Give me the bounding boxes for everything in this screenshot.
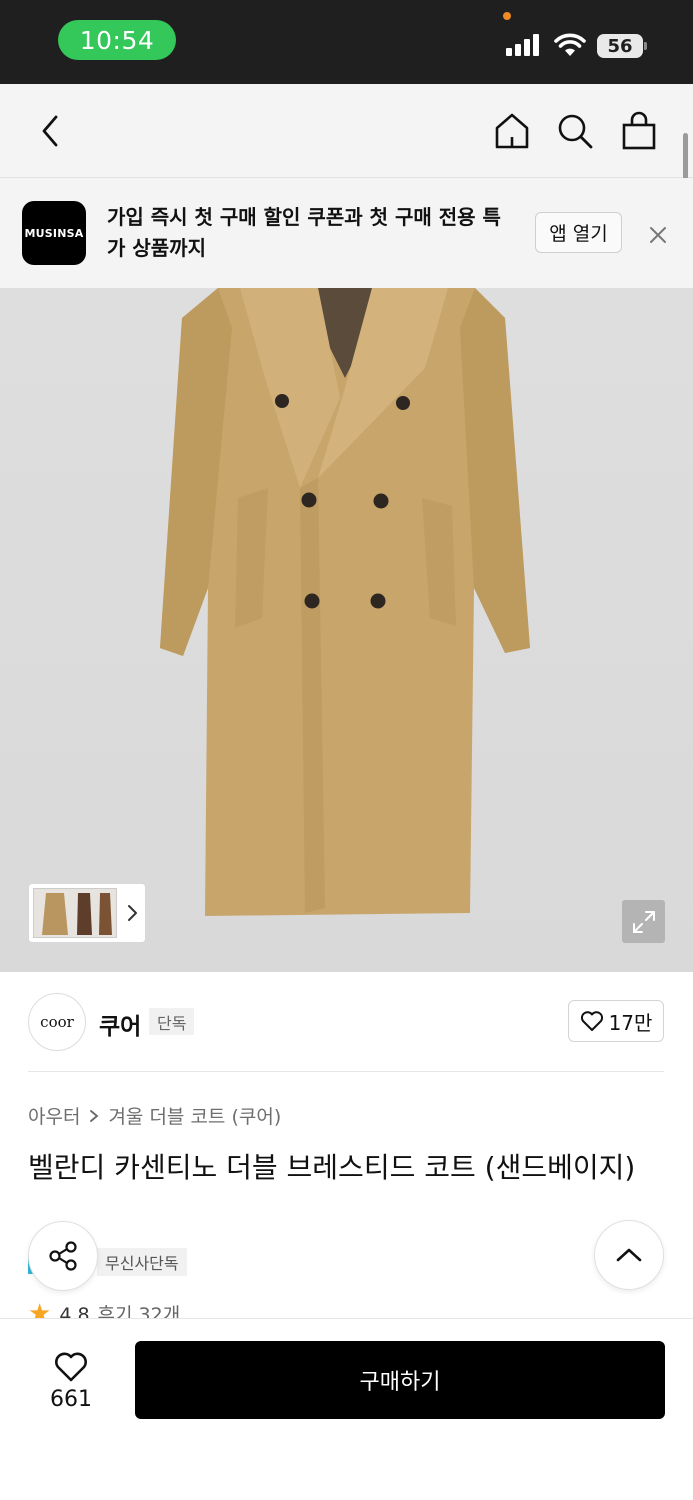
privacy-indicator-dot xyxy=(503,12,511,20)
wifi-icon xyxy=(554,33,586,56)
open-app-button[interactable]: 앱 열기 xyxy=(535,212,622,253)
breadcrumb-subcategory[interactable]: 겨울 더블 코트 (쿠어) xyxy=(108,1102,281,1129)
wishlist-count: 661 xyxy=(50,1386,92,1412)
home-icon[interactable] xyxy=(488,84,536,178)
breadcrumb: 아우터 겨울 더블 코트 (쿠어) xyxy=(28,1102,281,1129)
wishlist-button[interactable]: 661 xyxy=(32,1343,110,1419)
chevron-right-icon xyxy=(90,1109,99,1122)
heart-outline-icon xyxy=(580,1011,603,1031)
back-chevron-icon[interactable] xyxy=(26,84,74,178)
expand-image-button[interactable] xyxy=(622,900,665,943)
brand-like-button[interactable]: 17만 xyxy=(568,1000,664,1042)
thumbnail-coats xyxy=(42,893,112,935)
thumbnail-strip[interactable] xyxy=(28,883,146,943)
breadcrumb-category[interactable]: 아우터 xyxy=(28,1102,80,1129)
chevron-up-icon xyxy=(616,1248,642,1262)
nav-bar xyxy=(0,84,693,178)
brand-name[interactable]: 쿠어 xyxy=(99,1007,141,1041)
close-icon[interactable] xyxy=(643,220,673,250)
share-icon xyxy=(49,1241,77,1271)
promo-message: 가입 즉시 첫 구매 할인 쿠폰과 첫 구매 전용 특가 상품까지 xyxy=(107,205,501,260)
cellular-signal-icon xyxy=(506,34,542,56)
chevron-right-icon[interactable] xyxy=(125,903,139,923)
scroll-to-top-button[interactable] xyxy=(594,1220,664,1290)
bottom-action-bar: 661 구매하기 xyxy=(0,1318,693,1500)
product-title: 벨란디 카센티노 더블 브레스티드 코트 (샌드베이지) xyxy=(28,1151,636,1184)
divider xyxy=(28,1071,664,1072)
shopping-bag-icon[interactable] xyxy=(615,84,663,178)
search-icon[interactable] xyxy=(551,84,599,178)
app-promo-banner: MUSINSA 가입 즉시 첫 구매 할인 쿠폰과 첫 구매 전용 특가 상품까… xyxy=(0,178,693,288)
heart-outline-icon xyxy=(55,1352,87,1381)
coat-illustration xyxy=(160,288,530,916)
musinsa-exclusive-tag: 무신사단독 xyxy=(97,1248,187,1276)
battery-nub xyxy=(644,42,647,50)
thumbnail-images[interactable] xyxy=(33,888,117,938)
expand-icon xyxy=(632,910,655,933)
battery-icon: 56 xyxy=(597,34,643,58)
status-bar: 10:54 56 xyxy=(0,0,693,84)
product-page: 10:54 56 MUSINSA 가입 즉시 첫 구매 할인 쿠폰과 첫 구매 xyxy=(0,0,693,1500)
brand-logo[interactable]: coor xyxy=(28,993,86,1051)
musinsa-logo: MUSINSA xyxy=(22,201,86,265)
share-button[interactable] xyxy=(28,1221,98,1291)
buy-button[interactable]: 구매하기 xyxy=(135,1341,665,1419)
status-time: 10:54 xyxy=(58,20,176,60)
brand-like-count: 17만 xyxy=(608,1010,653,1035)
brand-exclusive-tag: 단독 xyxy=(149,1008,195,1035)
product-image[interactable] xyxy=(0,288,693,972)
brand-row: coor 쿠어 단독 17만 xyxy=(0,972,693,1072)
